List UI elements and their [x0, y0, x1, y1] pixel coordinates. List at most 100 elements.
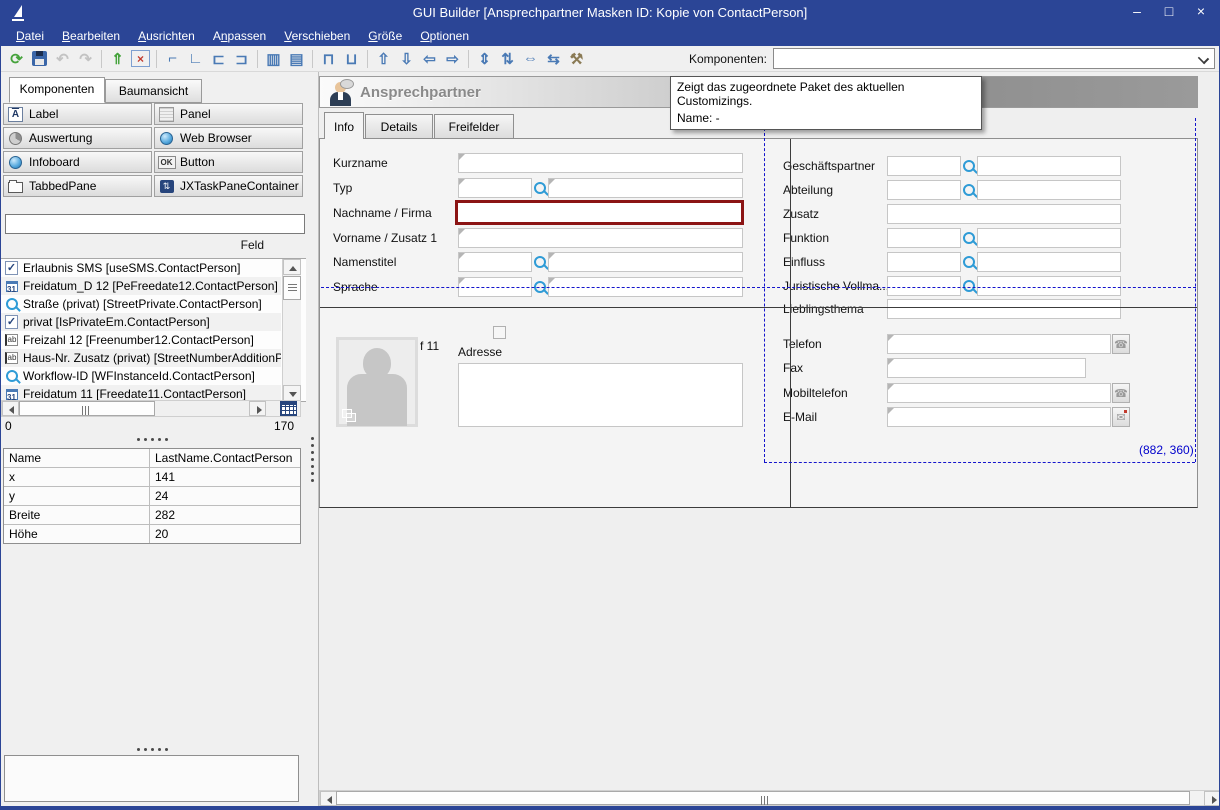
adresse-label[interactable]: Adresse: [458, 345, 502, 359]
refresh-icon[interactable]: ⟳: [5, 48, 28, 70]
tab-details[interactable]: Details: [365, 114, 433, 139]
scrollbar-thumb[interactable]: [19, 401, 155, 416]
zusatz-label[interactable]: Zusatz: [783, 207, 819, 221]
canvas-horizontal-scrollbar[interactable]: [319, 790, 1220, 806]
geschaeftspartner-code-field[interactable]: [887, 156, 961, 176]
fax-field[interactable]: [887, 358, 1086, 378]
adresse-textarea[interactable]: [458, 363, 743, 427]
juristische-vollmacht-label[interactable]: Juristische Vollma...: [783, 279, 889, 293]
palette-jxtaskpanecontainer[interactable]: ⇅JXTaskPaneContainer: [154, 175, 303, 197]
lieblingsthema-field[interactable]: [887, 299, 1121, 319]
tab-info[interactable]: Info: [324, 112, 364, 139]
undo-icon[interactable]: ↶: [51, 48, 74, 70]
attach-bottom-icon[interactable]: ⊔: [340, 48, 363, 70]
juristische-code-field[interactable]: [887, 276, 961, 296]
list-item[interactable]: ✓Erlaubnis SMS [useSMS.ContactPerson]: [1, 259, 281, 277]
nachname-label[interactable]: Nachname / Firma: [333, 206, 432, 220]
vertical-scrollbar[interactable]: [282, 259, 301, 401]
typ-text-field[interactable]: [548, 178, 743, 198]
zusatz-field[interactable]: [887, 204, 1121, 224]
align-right-icon[interactable]: ⊐: [230, 48, 253, 70]
palette-label[interactable]: ALabel: [3, 103, 152, 125]
search-icon[interactable]: [961, 252, 977, 272]
kurzname-label[interactable]: Kurzname: [333, 156, 388, 170]
list-item[interactable]: ✓privat [IsPrivateEm.ContactPerson]: [1, 313, 281, 331]
search-icon[interactable]: [961, 276, 977, 296]
size-height-icon[interactable]: ⇕: [473, 48, 496, 70]
email-field[interactable]: [887, 407, 1111, 427]
kurzname-field[interactable]: [458, 153, 743, 173]
einfluss-code-field[interactable]: [887, 252, 961, 272]
save-icon[interactable]: [28, 48, 51, 70]
funktion-code-field[interactable]: [887, 228, 961, 248]
list-item[interactable]: 31Freidatum_D 12 [PeFreedate12.ContactPe…: [1, 277, 281, 295]
geschaeftspartner-text-field[interactable]: [977, 156, 1121, 176]
search-icon[interactable]: [961, 156, 977, 176]
maximize-button[interactable]: □: [1161, 3, 1177, 19]
reorder-icon[interactable]: ⇑: [106, 48, 129, 70]
horizontal-scrollbar[interactable]: [1, 400, 301, 417]
distribute-rows-icon[interactable]: ▤: [285, 48, 308, 70]
scrollbar-thumb[interactable]: [283, 276, 301, 300]
scrollbar-thumb[interactable]: [336, 791, 1190, 805]
scroll-left-icon[interactable]: [2, 401, 19, 416]
align-bottom-icon[interactable]: ∟: [184, 48, 207, 70]
namenstitel-text-field[interactable]: [548, 252, 743, 272]
palette-button[interactable]: OKButton: [154, 151, 303, 173]
email-label[interactable]: E-Mail: [783, 410, 817, 424]
namenstitel-code-field[interactable]: [458, 252, 532, 272]
minimize-button[interactable]: –: [1129, 3, 1145, 19]
close-button[interactable]: ×: [1193, 3, 1209, 19]
table-row[interactable]: x141: [4, 468, 300, 487]
search-icon[interactable]: [961, 228, 977, 248]
menu-anpassen[interactable]: Anpassen: [204, 27, 275, 45]
phone-icon[interactable]: ☎: [1112, 383, 1130, 403]
remove-component-icon[interactable]: ×: [131, 50, 150, 67]
scroll-left-icon[interactable]: [320, 791, 337, 806]
attach-top-icon[interactable]: ⊓: [317, 48, 340, 70]
phone-icon[interactable]: ☎: [1112, 334, 1130, 354]
panel-splitter[interactable]: [306, 72, 318, 806]
tab-baumansicht[interactable]: Baumansicht: [105, 79, 202, 103]
palette-infoboard[interactable]: Infoboard: [3, 151, 152, 173]
palette-panel[interactable]: Panel: [154, 103, 303, 125]
lieblingsthema-label[interactable]: Lieblingsthema: [783, 302, 864, 316]
align-left-icon[interactable]: ⊏: [207, 48, 230, 70]
splitter-handle[interactable]: [137, 748, 168, 751]
splitter-handle[interactable]: [137, 438, 168, 441]
namenstitel-label[interactable]: Namenstitel: [333, 255, 396, 269]
photo-placeholder[interactable]: [336, 337, 418, 427]
search-icon[interactable]: [961, 180, 977, 200]
menu-ausrichten[interactable]: Ausrichten: [129, 27, 204, 45]
list-item[interactable]: Workflow-ID [WFInstanceId.ContactPerson]: [1, 367, 281, 385]
abteilung-text-field[interactable]: [977, 180, 1121, 200]
mobiltelefon-field[interactable]: [887, 383, 1111, 403]
geschaeftspartner-label[interactable]: Geschäftspartner: [783, 159, 875, 173]
palette-auswertung[interactable]: Auswertung: [3, 127, 152, 149]
menu-optionen[interactable]: Optionen: [411, 27, 478, 45]
size-width-plus-icon[interactable]: ⇆: [542, 48, 565, 70]
scroll-right-icon[interactable]: [249, 401, 266, 416]
move-up-icon[interactable]: ⇧: [372, 48, 395, 70]
grid-table-icon[interactable]: [280, 401, 297, 416]
palette-tabbedpane[interactable]: TabbedPane: [3, 175, 152, 197]
align-top-icon[interactable]: ⌐: [161, 48, 184, 70]
redo-icon[interactable]: ↷: [74, 48, 97, 70]
list-item[interactable]: abHaus-Nr. Zusatz (privat) [StreetNumber…: [1, 349, 281, 367]
customize-icon[interactable]: ⚒: [565, 48, 588, 70]
vorname-label[interactable]: Vorname / Zusatz 1: [333, 231, 437, 245]
checkbox[interactable]: [493, 326, 506, 339]
table-row[interactable]: y24: [4, 487, 300, 506]
move-right-icon[interactable]: ⇨: [441, 48, 464, 70]
tab-freifelder[interactable]: Freifelder: [434, 114, 514, 139]
move-left-icon[interactable]: ⇦: [418, 48, 441, 70]
einfluss-text-field[interactable]: [977, 252, 1121, 272]
menu-verschieben[interactable]: Verschieben: [275, 27, 359, 45]
move-down-icon[interactable]: ⇩: [395, 48, 418, 70]
list-item[interactable]: Straße (privat) [StreetPrivate.ContactPe…: [1, 295, 281, 313]
size-width-icon[interactable]: ⇔: [519, 48, 542, 70]
distribute-columns-icon[interactable]: ▥: [262, 48, 285, 70]
list-item[interactable]: abFreizahl 12 [Freenumber12.ContactPerso…: [1, 331, 281, 349]
typ-code-field[interactable]: [458, 178, 532, 198]
scroll-down-icon[interactable]: [283, 385, 301, 401]
